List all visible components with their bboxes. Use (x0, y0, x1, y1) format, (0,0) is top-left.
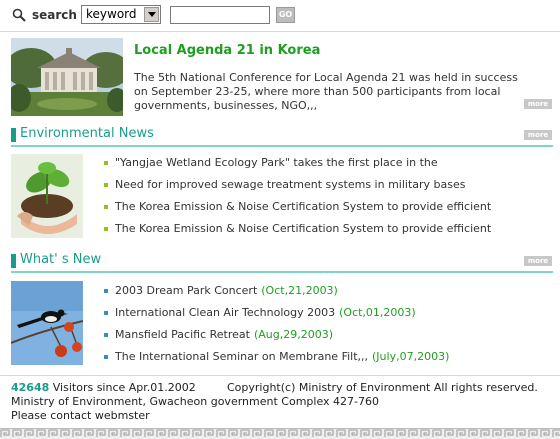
bullet-icon (104, 161, 108, 165)
footer-divider (0, 375, 560, 376)
copyright: Copyright(c) Ministry of Environment All… (227, 381, 538, 394)
event-date: (July,07,2003) (372, 350, 450, 363)
bullet-icon (104, 355, 108, 359)
footer: 42648 Visitors since Apr.01.2002 Copyrig… (11, 381, 538, 423)
environmental-news-list: "Yangjae Wetland Ecology Park" takes the… (104, 156, 491, 244)
whats-new-header: What' s New (11, 252, 553, 273)
bullet-icon (104, 183, 108, 187)
visitors-text: Visitors since Apr.01.2002 (49, 381, 196, 394)
list-item[interactable]: The International Seminar on Membrane Fi… (104, 350, 449, 372)
list-item[interactable]: The Korea Emission & Noise Certification… (104, 200, 491, 222)
contact-link[interactable]: Please contact webmster (11, 409, 379, 423)
news-item-title[interactable]: The Korea Emission & Noise Certification… (115, 222, 491, 235)
section-marker (11, 128, 16, 142)
event-date: (Aug,29,2003) (253, 328, 334, 341)
visitor-count: 42648 (11, 381, 50, 394)
event-title[interactable]: 2003 Dream Park Concert (115, 284, 257, 297)
whats-new-photo-magpie (11, 281, 83, 365)
feature-photo-building[interactable] (11, 38, 123, 116)
feature-more-button[interactable]: more (524, 99, 552, 109)
search-input[interactable] (170, 6, 270, 24)
feature-summary: The 5th National Conference for Local Ag… (134, 71, 518, 112)
search-scope-value: keyword (86, 7, 137, 21)
list-item[interactable]: International Clean Air Technology 2003 (… (104, 306, 449, 328)
chevron-down-icon[interactable] (144, 7, 159, 22)
whats-new-more-button[interactable]: more (524, 256, 552, 266)
address: Ministry of Environment, Gwacheon govern… (11, 395, 379, 408)
whats-new-title: What' s New (20, 252, 102, 267)
list-item[interactable]: "Yangjae Wetland Ecology Park" takes the… (104, 156, 491, 178)
section-marker (11, 254, 16, 268)
bullet-icon (104, 227, 108, 231)
feature-title[interactable]: Local Agenda 21 in Korea (134, 43, 320, 58)
bullet-icon (104, 311, 108, 315)
news-item-title[interactable]: "Yangjae Wetland Ecology Park" takes the… (115, 156, 438, 169)
list-item[interactable]: Mansfield Pacific Retreat (Aug,29,2003) (104, 328, 449, 350)
search-label: search (32, 8, 77, 22)
search-scope-select[interactable]: keyword (81, 5, 161, 24)
news-item-title[interactable]: The Korea Emission & Noise Certification… (115, 200, 491, 213)
decorative-border (0, 428, 560, 439)
list-item[interactable]: 2003 Dream Park Concert (Oct,21,2003) (104, 284, 449, 306)
list-item[interactable]: Need for improved sewage treatment syste… (104, 178, 491, 200)
event-title[interactable]: The International Seminar on Membrane Fi… (115, 350, 368, 363)
event-title[interactable]: Mansfield Pacific Retreat (115, 328, 250, 341)
event-title[interactable]: International Clean Air Technology 2003 (115, 306, 335, 319)
bullet-icon (104, 333, 108, 337)
news-item-title[interactable]: Need for improved sewage treatment syste… (115, 178, 466, 191)
go-button[interactable]: GO (276, 7, 295, 23)
search-bar: search keyword GO (0, 0, 560, 32)
event-date: (Oct,21,2003) (261, 284, 338, 297)
bullet-icon (104, 205, 108, 209)
environmental-news-header: Environmental News (11, 126, 553, 147)
whats-new-list: 2003 Dream Park Concert (Oct,21,2003) Int… (104, 284, 449, 372)
news-photo-seedling (11, 154, 83, 238)
environmental-news-title: Environmental News (20, 126, 154, 141)
section-divider (11, 271, 553, 273)
environmental-news-more-button[interactable]: more (524, 130, 552, 140)
event-date: (Oct,01,2003) (339, 306, 416, 319)
section-divider (11, 145, 553, 147)
bullet-icon (104, 289, 108, 293)
list-item[interactable]: The Korea Emission & Noise Certification… (104, 222, 491, 244)
search-icon (12, 8, 26, 22)
